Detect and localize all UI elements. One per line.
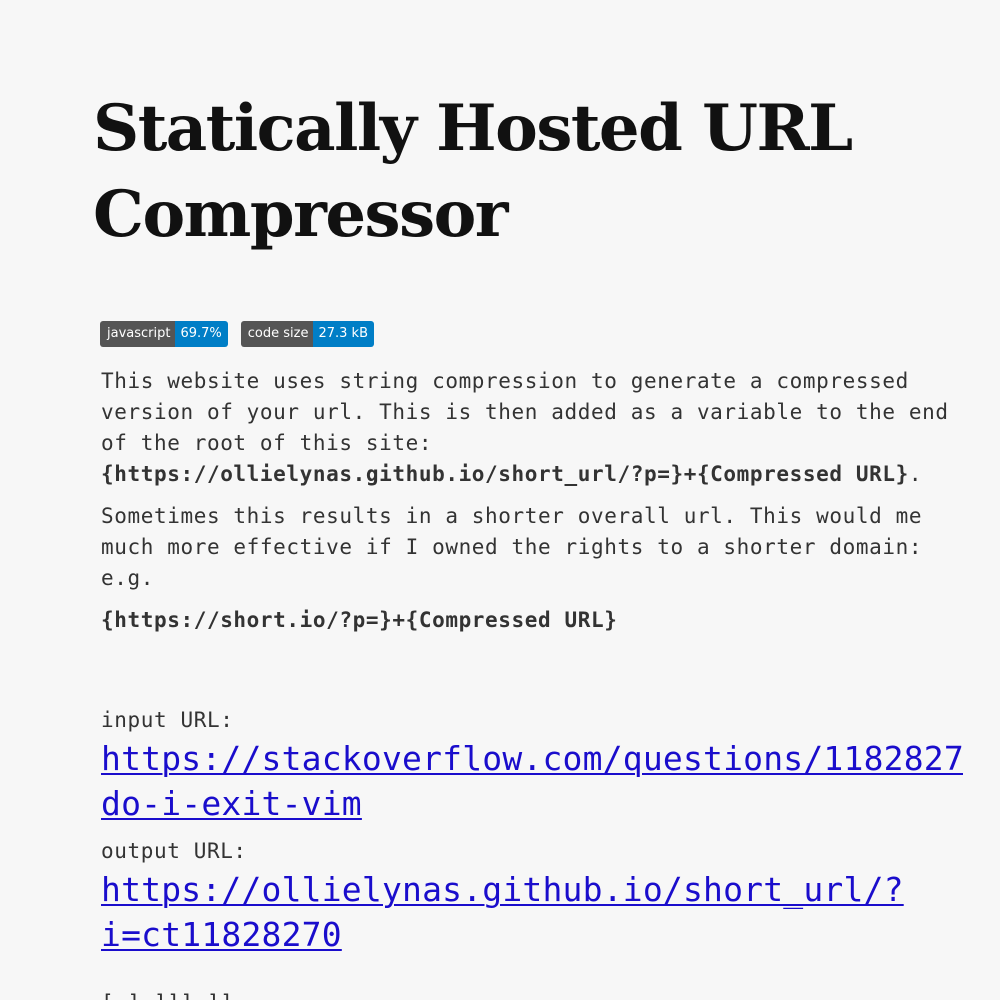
- input-url-label: input URL:: [101, 708, 234, 732]
- root-url-format: {https://ollielynas.github.io/short_url/…: [101, 462, 909, 486]
- cutoff-text-line: [ ] ]]] ]]: [101, 988, 233, 1000]
- intro-paragraph: This website uses string compression to …: [101, 366, 981, 490]
- badge-key: code size: [240, 321, 314, 347]
- input-url-link-continued[interactable]: do-i-exit-vim: [101, 781, 981, 826]
- input-url-line2: do-i-exit-vim: [101, 784, 362, 823]
- badge-value: 69.7%: [175, 321, 228, 347]
- example-format-paragraph: {https://short.io/?p=}+{Compressed URL}: [101, 605, 981, 636]
- example-url-format: {https://short.io/?p=}+{Compressed URL}: [101, 608, 618, 632]
- output-url-line2: i=ct11828270: [101, 915, 342, 954]
- badge-javascript[interactable]: javascript 69.7%: [100, 321, 228, 347]
- input-url-line1: https://stackoverflow.com/questions/1182…: [101, 739, 963, 778]
- badge-code-size[interactable]: code size 27.3 kB: [240, 321, 375, 347]
- intro-period: .: [908, 462, 923, 486]
- output-url-link[interactable]: https://ollielynas.github.io/short_url/?: [101, 867, 981, 912]
- page-title: Statically Hosted URL Compressor: [93, 91, 853, 252]
- page: Statically Hosted URL Compressor javascr…: [0, 0, 1000, 1000]
- badge-key: javascript: [100, 321, 176, 347]
- badge-row: javascript 69.7% code size 27.3 kB: [100, 321, 375, 347]
- input-url-link[interactable]: https://stackoverflow.com/questions/1182…: [101, 736, 963, 781]
- intro-text: This website uses string compression to …: [101, 369, 949, 455]
- output-url-label: output URL:: [101, 839, 247, 863]
- output-url-line1: https://ollielynas.github.io/short_url/?: [101, 870, 904, 909]
- note-paragraph: Sometimes this results in a shorter over…: [101, 504, 923, 590]
- main-content: This website uses string compression to …: [101, 366, 981, 957]
- output-url-link-continued[interactable]: i=ct11828270: [101, 912, 981, 957]
- badge-value: 27.3 kB: [313, 321, 375, 347]
